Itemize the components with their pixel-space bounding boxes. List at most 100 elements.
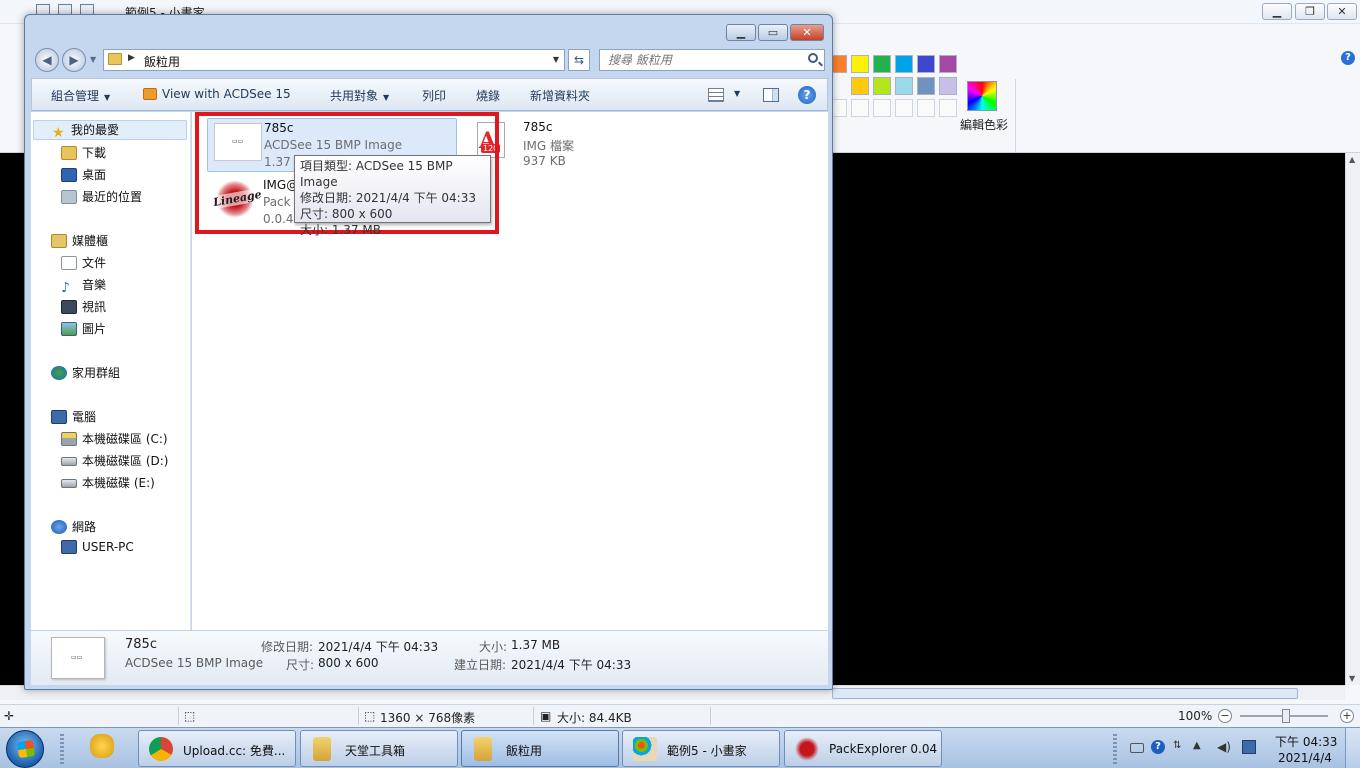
color-swatch[interactable] <box>851 77 869 95</box>
drive-icon <box>61 479 77 488</box>
color-swatch[interactable] <box>917 77 935 95</box>
breadcrumb-arrow-icon[interactable]: ▶ <box>128 53 135 63</box>
paint-restore-button[interactable]: ❐ <box>1295 3 1325 20</box>
edit-colors-icon[interactable] <box>967 81 997 111</box>
desktop-icon <box>61 168 77 182</box>
language-icon[interactable]: ⇅ <box>1173 740 1187 754</box>
burn-button[interactable]: 燒錄 <box>476 87 500 104</box>
vertical-scrollbar[interactable]: ▲ ▼ <box>1345 153 1360 685</box>
show-hidden-icons[interactable]: ▲ <box>1193 740 1207 754</box>
clock-time[interactable]: 下午 04:33 <box>1275 733 1337 750</box>
file-size: 937 KB <box>523 154 566 168</box>
forward-button[interactable]: ▶ <box>62 48 86 72</box>
documents-icon <box>61 256 77 270</box>
nav-recent-places[interactable]: 最近的位置 <box>61 188 142 208</box>
taskbar-item-fanliyong[interactable]: 飯粒用 <box>461 730 619 767</box>
nav-documents[interactable]: 文件 <box>61 254 106 274</box>
color-swatch[interactable] <box>873 55 891 73</box>
empty-color-swatch[interactable] <box>873 99 891 117</box>
color-swatch[interactable] <box>895 77 913 95</box>
print-button[interactable]: 列印 <box>422 87 446 104</box>
color-swatch[interactable] <box>851 55 869 73</box>
edit-colors-label[interactable]: 編輯色彩 <box>960 116 1008 133</box>
explorer-close-button[interactable]: ✕ <box>790 24 824 41</box>
start-button[interactable] <box>6 730 44 768</box>
share-with-button[interactable]: 共用對象 ▼ <box>330 87 389 104</box>
explorer-minimize-button[interactable]: ▁ <box>726 24 756 41</box>
nav-libraries[interactable]: 媒體櫃 <box>51 232 108 252</box>
file-item[interactable]: A 120 785c IMG 檔案 937 KB <box>467 118 687 172</box>
breadcrumb-current-folder[interactable]: 飯粒用 <box>144 53 180 70</box>
nav-homegroup[interactable]: 家用群組 <box>51 364 120 384</box>
change-view-icon[interactable] <box>708 88 724 102</box>
nav-network[interactable]: 網路 <box>51 518 96 538</box>
nav-user-pc-label: USER-PC <box>82 540 134 554</box>
paint-close-button[interactable]: ✕ <box>1327 3 1357 20</box>
paint-minimize-button[interactable]: ▁ <box>1262 3 1292 20</box>
search-input[interactable] <box>600 50 800 70</box>
search-box[interactable] <box>599 49 825 71</box>
empty-color-swatch[interactable] <box>851 99 869 117</box>
nav-downloads[interactable]: 下載 <box>61 144 106 164</box>
empty-color-swatch[interactable] <box>939 99 957 117</box>
keyboard-icon[interactable] <box>1130 743 1144 753</box>
taskbar-item-upload[interactable]: Upload.cc: 免費... <box>138 730 296 767</box>
search-icon[interactable] <box>808 53 818 63</box>
nav-drive-e[interactable]: 本機磁碟 (E:) <box>61 474 155 494</box>
command-bar: 組合管理 ▼ View with ACDSee 15 共用對象 ▼ 列印 燒錄 新增… <box>31 78 828 111</box>
nav-drive-c[interactable]: 本機磁碟區 (C:) <box>61 430 168 450</box>
help-tray-icon[interactable]: ? <box>1151 740 1165 754</box>
new-folder-button[interactable]: 新增資料夾 <box>530 87 590 104</box>
preview-pane-icon[interactable] <box>763 88 779 102</box>
color-swatch[interactable] <box>895 55 913 73</box>
color-swatch[interactable] <box>939 55 957 73</box>
nav-computer[interactable]: 電腦 <box>51 408 96 428</box>
tooltip-item-type: 項目類型: ACDSee 15 BMP Image <box>300 159 453 189</box>
help-icon[interactable]: ? <box>798 86 816 104</box>
scroll-up-icon[interactable]: ▲ <box>1349 155 1355 164</box>
color-swatch[interactable] <box>939 77 957 95</box>
nav-favorites[interactable]: ★ 我的最愛 <box>33 120 187 141</box>
zoom-level: 100% <box>1178 709 1213 723</box>
scroll-down-icon[interactable]: ▼ <box>1349 674 1355 683</box>
nav-drive-e-label: 本機磁碟 (E:) <box>82 476 155 490</box>
empty-color-swatch[interactable] <box>917 99 935 117</box>
chevron-down-icon: ▼ <box>104 93 111 102</box>
taskbar-item-packexplorer[interactable]: PackExplorer 0.04 <box>784 730 942 767</box>
nav-desktop[interactable]: 桌面 <box>61 166 106 186</box>
view-options-chevron-icon[interactable]: ▼ <box>734 89 740 98</box>
paint-help-icon[interactable]: ? <box>1341 51 1355 65</box>
show-desktop-button[interactable] <box>1345 728 1360 768</box>
address-dropdown-icon[interactable]: ▼ <box>553 55 559 64</box>
taskbar-item-paint[interactable]: 範例5 - 小畫家 <box>622 730 780 767</box>
back-button[interactable]: ◀ <box>35 48 59 72</box>
address-bar[interactable]: ▶ 飯粒用 ▼ <box>103 49 565 71</box>
nav-downloads-label: 下載 <box>82 146 107 160</box>
pc-icon <box>61 540 77 554</box>
refresh-button[interactable]: ⇆ <box>568 49 590 71</box>
color-swatch[interactable] <box>917 55 935 73</box>
taskbar-item-tiantang[interactable]: 天堂工具箱 <box>300 730 458 767</box>
empty-color-swatch[interactable] <box>895 99 913 117</box>
nav-drive-d[interactable]: 本機磁碟區 (D:) <box>61 452 168 472</box>
organize-button[interactable]: 組合管理 ▼ <box>51 87 110 104</box>
taskbar-item-label: 天堂工具箱 <box>345 744 406 758</box>
zoom-slider-thumb[interactable] <box>1282 709 1290 723</box>
nav-user-pc[interactable]: USER-PC <box>61 540 134 560</box>
zoom-in-button[interactable]: + <box>1340 709 1354 723</box>
recent-pages-chevron-icon[interactable]: ▼ <box>90 55 96 64</box>
nav-music[interactable]: ♪ 音樂 <box>61 276 106 296</box>
nav-documents-label: 文件 <box>82 256 107 270</box>
color-swatch[interactable] <box>873 77 891 95</box>
nav-videos[interactable]: 視訊 <box>61 298 106 318</box>
explorer-maximize-button[interactable]: ▭ <box>758 24 788 41</box>
clock-date[interactable]: 2021/4/4 <box>1278 751 1332 765</box>
network-tray-icon[interactable] <box>1242 740 1256 754</box>
pinned-app-icon[interactable] <box>90 734 114 758</box>
volume-icon[interactable]: ◀) <box>1217 740 1231 754</box>
horizontal-scroll-thumb[interactable] <box>832 688 1298 699</box>
view-with-acdsee-button[interactable]: View with ACDSee 15 <box>143 87 291 101</box>
nav-pictures[interactable]: 圖片 <box>61 320 106 340</box>
folder-icon <box>313 737 331 761</box>
zoom-out-button[interactable]: − <box>1218 709 1232 723</box>
